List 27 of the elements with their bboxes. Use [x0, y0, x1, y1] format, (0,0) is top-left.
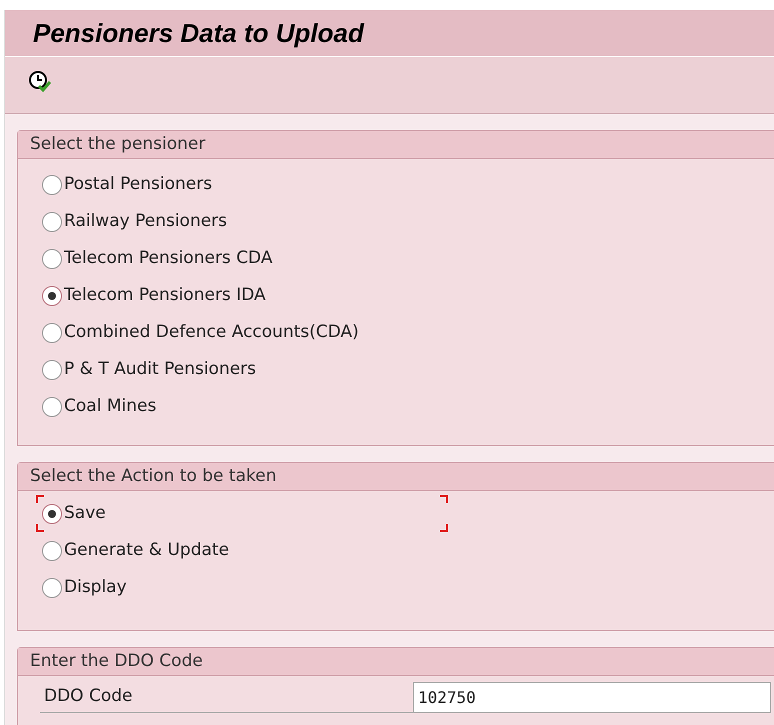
group-title: Select the pensioner [18, 131, 774, 159]
group-title: Enter the DDO Code [18, 648, 774, 676]
execute-clock-icon[interactable] [27, 69, 51, 93]
radio-button[interactable] [42, 322, 62, 342]
group-title: Select the Action to be taken [18, 463, 774, 491]
radio-option[interactable]: Display [36, 569, 448, 606]
radio-option[interactable]: Combined Defence Accounts(CDA) [42, 314, 359, 351]
radio-option[interactable]: Telecom Pensioners CDA [42, 240, 272, 277]
radio-button[interactable] [42, 248, 62, 268]
radio-button[interactable] [42, 578, 62, 598]
radio-button[interactable] [42, 212, 62, 232]
radio-button[interactable] [42, 286, 62, 306]
page-title: Pensioners Data to Upload [33, 16, 364, 50]
radio-option[interactable]: Save [36, 495, 448, 532]
radio-button[interactable] [42, 540, 62, 560]
radio-option[interactable]: P & T Audit Pensioners [42, 351, 256, 388]
ddo-code-field[interactable]: 102750 [413, 682, 771, 713]
field-label: DDO Code [40, 682, 413, 712]
radio-option[interactable]: Coal Mines [42, 388, 156, 425]
radio-option[interactable]: Railway Pensioners [42, 203, 228, 240]
radio-option[interactable]: Telecom Pensioners IDA [42, 277, 266, 314]
radio-button[interactable] [42, 174, 62, 194]
radio-option[interactable]: Postal Pensioners [42, 166, 212, 203]
radio-button[interactable] [42, 504, 62, 524]
radio-button[interactable] [42, 396, 62, 416]
radio-button[interactable] [42, 360, 62, 380]
radio-option[interactable]: Generate & Update [36, 532, 448, 569]
